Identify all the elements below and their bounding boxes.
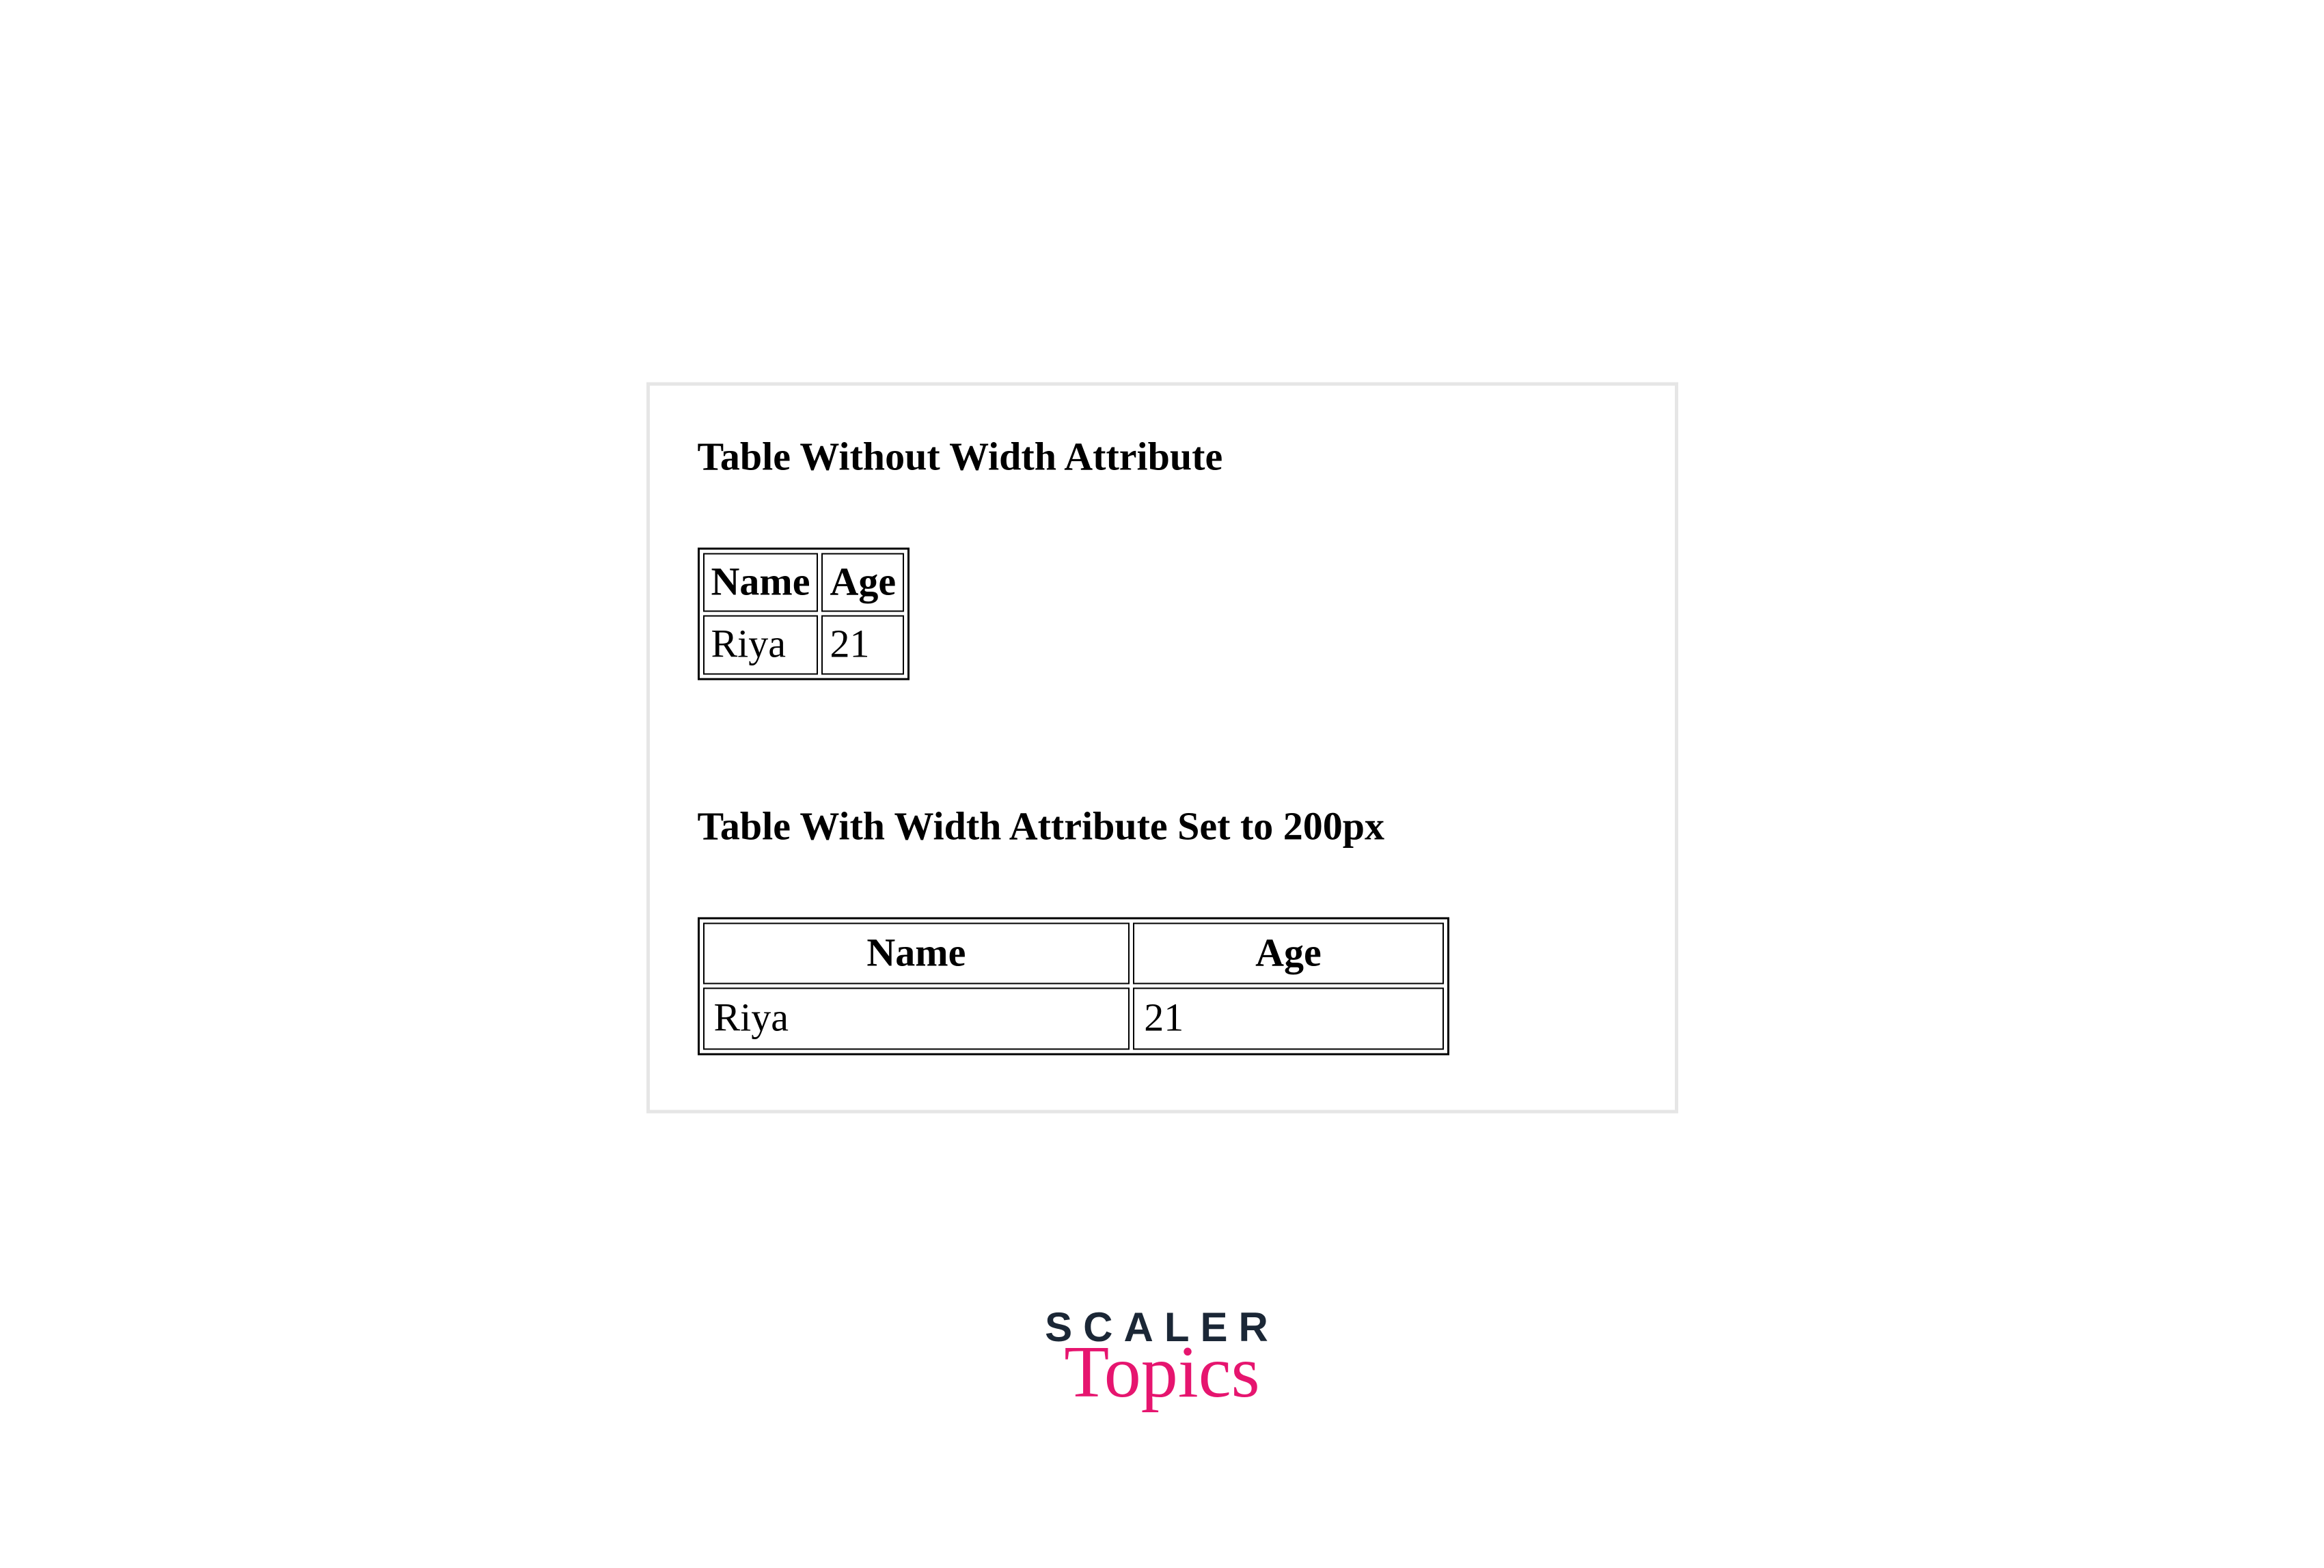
table-header-age: Age	[1133, 922, 1443, 985]
table-row: Name Age	[703, 553, 905, 612]
table-header-name: Name	[703, 553, 819, 612]
table-header-age: Age	[821, 553, 904, 612]
heading-with-width: Table With Width Attribute Set to 200px	[698, 803, 1627, 849]
table-row: Riya 21	[703, 988, 1444, 1050]
table-cell-name: Riya	[703, 616, 819, 675]
table-cell-name: Riya	[703, 988, 1130, 1050]
table-row: Riya 21	[703, 616, 905, 675]
table-row: Name Age	[703, 922, 1444, 985]
table-without-width: Name Age Riya 21	[698, 547, 910, 680]
demo-container: Table Without Width Attribute Name Age R…	[646, 382, 1678, 1113]
table-with-width: Name Age Riya 21	[698, 917, 1449, 1055]
heading-without-width: Table Without Width Attribute	[698, 433, 1627, 479]
example-frame: Table Without Width Attribute Name Age R…	[646, 382, 1678, 1113]
table-cell-age: 21	[1133, 988, 1443, 1050]
brand-logo: SCALER Topics	[1045, 1304, 1279, 1409]
brand-bottom-text: Topics	[1045, 1336, 1279, 1409]
table-header-name: Name	[703, 922, 1130, 985]
table-cell-age: 21	[821, 616, 904, 675]
